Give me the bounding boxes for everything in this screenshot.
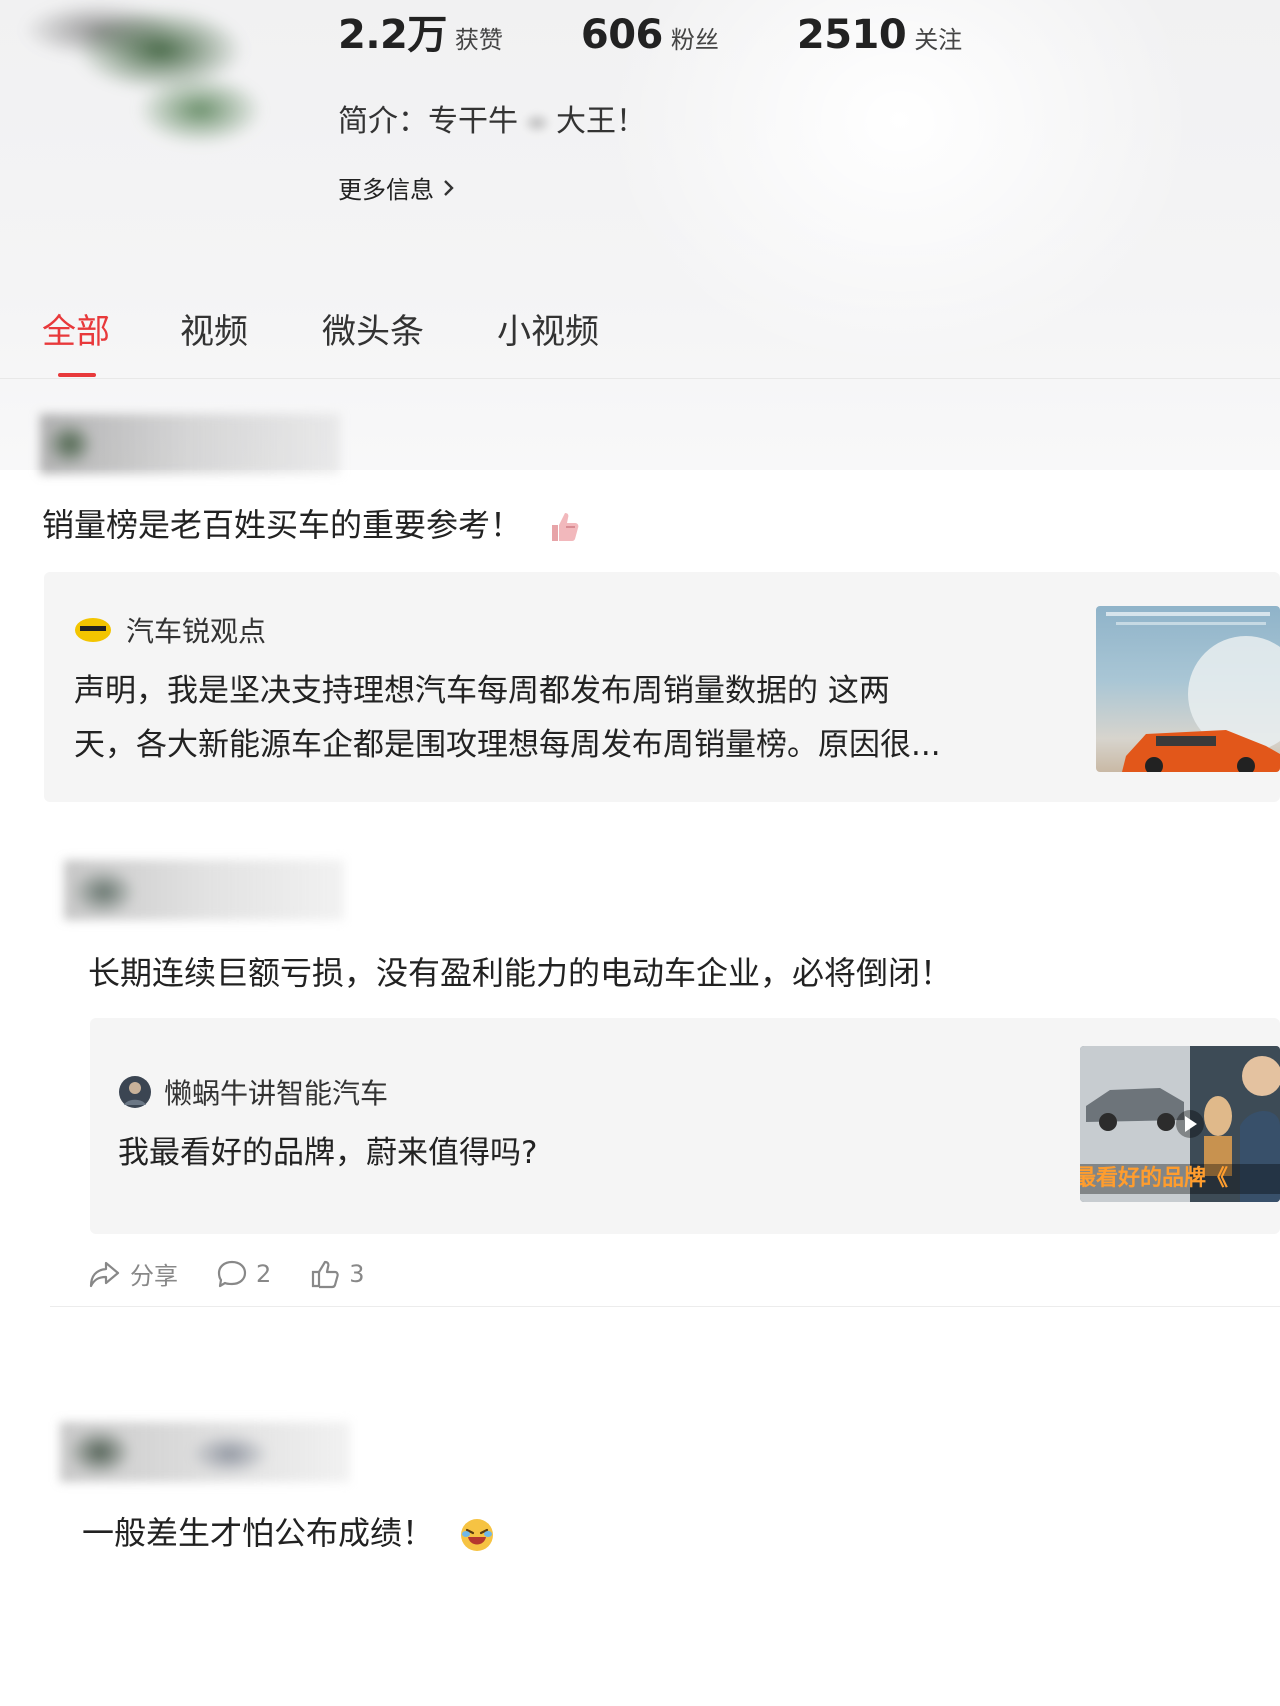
video-thumbnail[interactable]: 最看好的品牌《	[1080, 1046, 1280, 1202]
quote-author-name: 懒蜗牛讲智能汽车	[164, 1077, 389, 1110]
bio-text-prefix: 简介：专干牛	[338, 104, 518, 139]
stat-following[interactable]: 2510 关注	[797, 12, 962, 58]
quote-author[interactable]: 汽车锐观点	[74, 610, 266, 650]
stat-label: 获赞	[454, 26, 503, 54]
quoted-video-card[interactable]: 懒蜗牛讲智能汽车 我最看好的品牌，蔚来值得吗? 最看好的品牌《	[90, 1018, 1280, 1234]
thumbs-up-icon	[552, 513, 579, 541]
quote-excerpt-line: 声明，我是坚决支持理想汽车每周都发布周销量数据的 这两	[74, 673, 890, 709]
content-tabs: 全部 视频 微头条 小视频	[0, 290, 1280, 379]
stat-value: 2510	[796, 12, 907, 58]
article-thumbnail[interactable]	[1096, 606, 1280, 772]
redacted-username	[64, 860, 344, 920]
avatar-icon	[119, 1076, 151, 1108]
stat-label: 关注	[914, 26, 963, 54]
car-moon-image	[1106, 612, 1280, 772]
stat-value: 2.2万	[338, 12, 447, 58]
post-actions: 分享 2 3	[88, 1256, 403, 1291]
stat-likes[interactable]: 2.2万 获赞	[338, 2, 503, 60]
avatar[interactable]	[10, 0, 290, 170]
chevron-right-icon	[444, 179, 454, 196]
redacted-username	[40, 414, 340, 474]
bio-redaction	[518, 107, 556, 138]
bio-text-suffix: 大王！	[556, 104, 646, 139]
profile-stats: 2.2万 获赞 606 粉丝 2510 关注	[338, 2, 1040, 60]
thumbs-up-outline-icon	[312, 1260, 339, 1288]
share-icon	[89, 1261, 120, 1287]
quote-excerpt-line: 天，各大新能源车企都是围攻理想每周发布周销量榜。原因很...	[74, 727, 941, 763]
laughing-emoji-icon	[461, 1519, 494, 1551]
quote-excerpt: 声明，我是坚决支持理想汽车每周都发布周销量数据的 这两 天，各大新能源车企都是围…	[74, 664, 941, 772]
quoted-article-card[interactable]: 汽车锐观点 声明，我是坚决支持理想汽车每周都发布周销量数据的 这两 天，各大新能…	[44, 572, 1280, 802]
comment-count: 2	[256, 1259, 272, 1288]
comment-button[interactable]: 2	[216, 1259, 271, 1289]
quote-author[interactable]: 懒蜗牛讲智能汽车	[118, 1072, 388, 1112]
post-divider	[50, 1306, 1280, 1307]
stat-label: 粉丝	[670, 26, 719, 54]
tab-video[interactable]: 视频	[180, 304, 248, 353]
like-button[interactable]: 3	[309, 1259, 365, 1289]
quote-author-name: 汽车锐观点	[126, 615, 267, 648]
like-count: 3	[349, 1259, 365, 1288]
post-body: 销量榜是老百姓买车的重要参考！	[42, 506, 523, 544]
more-info-label: 更多信息	[338, 176, 434, 204]
thumbnail-caption: 最看好的品牌《	[1080, 1164, 1280, 1194]
comment-icon	[217, 1260, 247, 1287]
redacted-username	[60, 1422, 350, 1482]
profile-header: 2.2万 获赞 606 粉丝 2510 关注 简介：专干牛 大王！ 更多信息	[0, 0, 1280, 470]
quote-excerpt: 我最看好的品牌，蔚来值得吗?	[118, 1135, 538, 1171]
tab-micro-headline[interactable]: 微头条	[322, 304, 424, 353]
share-button[interactable]: 分享	[88, 1256, 178, 1291]
post-text: 长期连续巨额亏损，没有盈利能力的电动车企业，必将倒闭！	[88, 954, 953, 992]
share-label: 分享	[130, 1262, 178, 1290]
stat-fans[interactable]: 606 粉丝	[581, 12, 719, 58]
stat-value: 606	[580, 12, 664, 58]
post-body: 一般差生才怕公布成绩！	[82, 1514, 435, 1552]
post-text: 销量榜是老百姓买车的重要参考！	[42, 500, 582, 546]
more-info-link[interactable]: 更多信息	[338, 170, 456, 205]
tab-short-video[interactable]: 小视频	[497, 304, 599, 353]
tab-all[interactable]: 全部	[42, 304, 110, 353]
active-tab-indicator	[58, 373, 96, 377]
post-text: 一般差生才怕公布成绩！	[82, 1508, 496, 1554]
yellow-logo-icon	[75, 618, 111, 642]
profile-bio: 简介：专干牛 大王！	[338, 96, 646, 140]
